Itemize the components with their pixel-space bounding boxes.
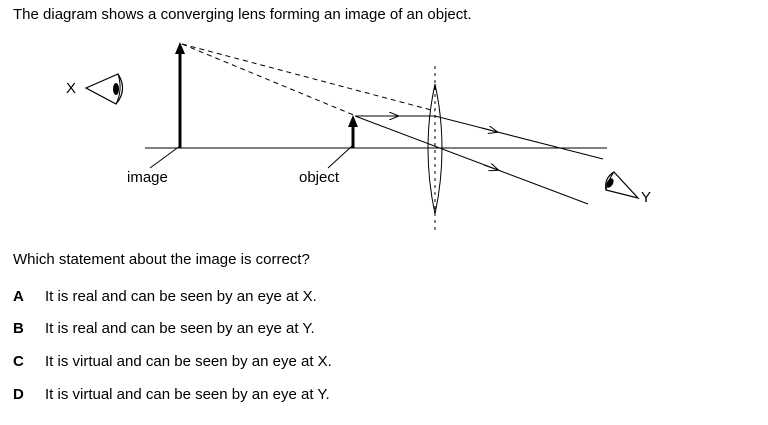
option-text: It is real and can be seen by an eye at …: [45, 320, 315, 337]
virtual-ray-1: [181, 43, 436, 112]
image-arrowhead: [175, 42, 185, 54]
eye-y-icon: [605, 171, 640, 200]
label-y: Y: [641, 189, 651, 206]
option-letter: A: [13, 288, 24, 305]
image-label: image: [127, 169, 168, 186]
ray-parallel-refracted-arrow: [481, 128, 497, 132]
option-text: It is virtual and can be seen by an eye …: [45, 353, 332, 370]
label-x: X: [66, 80, 76, 97]
option-text: It is virtual and can be seen by an eye …: [45, 386, 330, 403]
object-label: object: [299, 169, 340, 186]
ray-parallel-refracted: [434, 115, 604, 160]
image-label-leader: [149, 145, 181, 169]
question-text: Which statement about the image is corre…: [13, 251, 310, 268]
option-letter: C: [13, 353, 24, 370]
option-letter: D: [13, 386, 24, 403]
eye-x-icon: [84, 73, 124, 105]
virtual-ray-2: [181, 43, 357, 117]
ray-centre: [354, 115, 589, 205]
ray-centre-arrow: [483, 165, 498, 170]
lens-diagram: image object X Y: [66, 42, 651, 232]
option-letter: B: [13, 320, 24, 337]
object-label-leader: [327, 145, 353, 169]
option-text: It is real and can be seen by an eye at …: [45, 288, 317, 305]
